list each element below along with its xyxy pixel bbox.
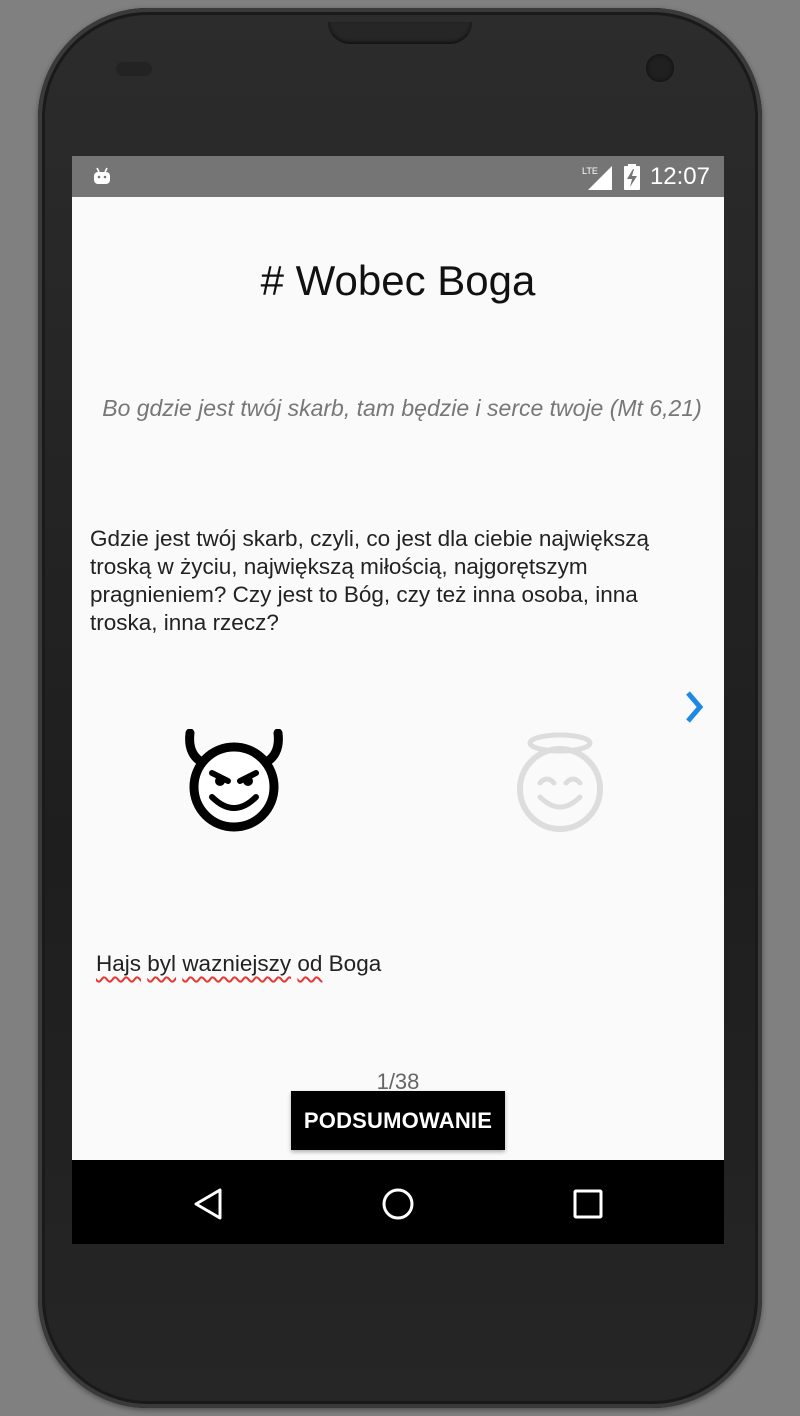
answer-word: od (297, 951, 323, 976)
app-screen: LTE 12:07 # Wobec Boga Bo gdzie jest twó… (72, 156, 724, 1244)
android-notification-icon (94, 167, 110, 184)
recents-square-icon[interactable] (562, 1178, 614, 1230)
phone-sensor (116, 62, 152, 76)
answer-word: wazniejszy (182, 951, 292, 976)
status-bar: LTE 12:07 (72, 156, 724, 197)
answer-text[interactable]: Hajs byl wazniejszy od Boga (96, 951, 381, 977)
phone-speaker (328, 22, 472, 44)
front-camera (646, 54, 674, 82)
answer-word: byl (147, 951, 177, 976)
smiling-devil-icon[interactable] (182, 729, 286, 837)
summary-button[interactable]: PODSUMOWANIE (291, 1091, 505, 1150)
answer-word: Boga (328, 951, 382, 976)
back-triangle-icon[interactable] (182, 1178, 234, 1230)
network-label: LTE (582, 166, 598, 176)
battery-charging-icon (623, 163, 640, 190)
lte-signal-icon: LTE (582, 165, 612, 190)
answer-word: Hajs (96, 951, 142, 976)
page-title: # Wobec Boga (260, 257, 536, 304)
bible-quote: Bo gdzie jest twój skarb, tam będzie i s… (102, 395, 702, 421)
chevron-right-icon[interactable] (676, 683, 712, 731)
content-area: # Wobec Boga Bo gdzie jest twój skarb, t… (72, 197, 724, 1160)
home-circle-icon[interactable] (372, 1178, 424, 1230)
status-icons: LTE 12:07 (582, 156, 710, 197)
status-time: 12:07 (649, 162, 710, 190)
smiling-angel-icon[interactable] (510, 731, 610, 835)
question-text: Gdzie jest twój skarb, czyli, co jest dl… (90, 526, 649, 635)
navigation-bar (72, 1160, 724, 1244)
